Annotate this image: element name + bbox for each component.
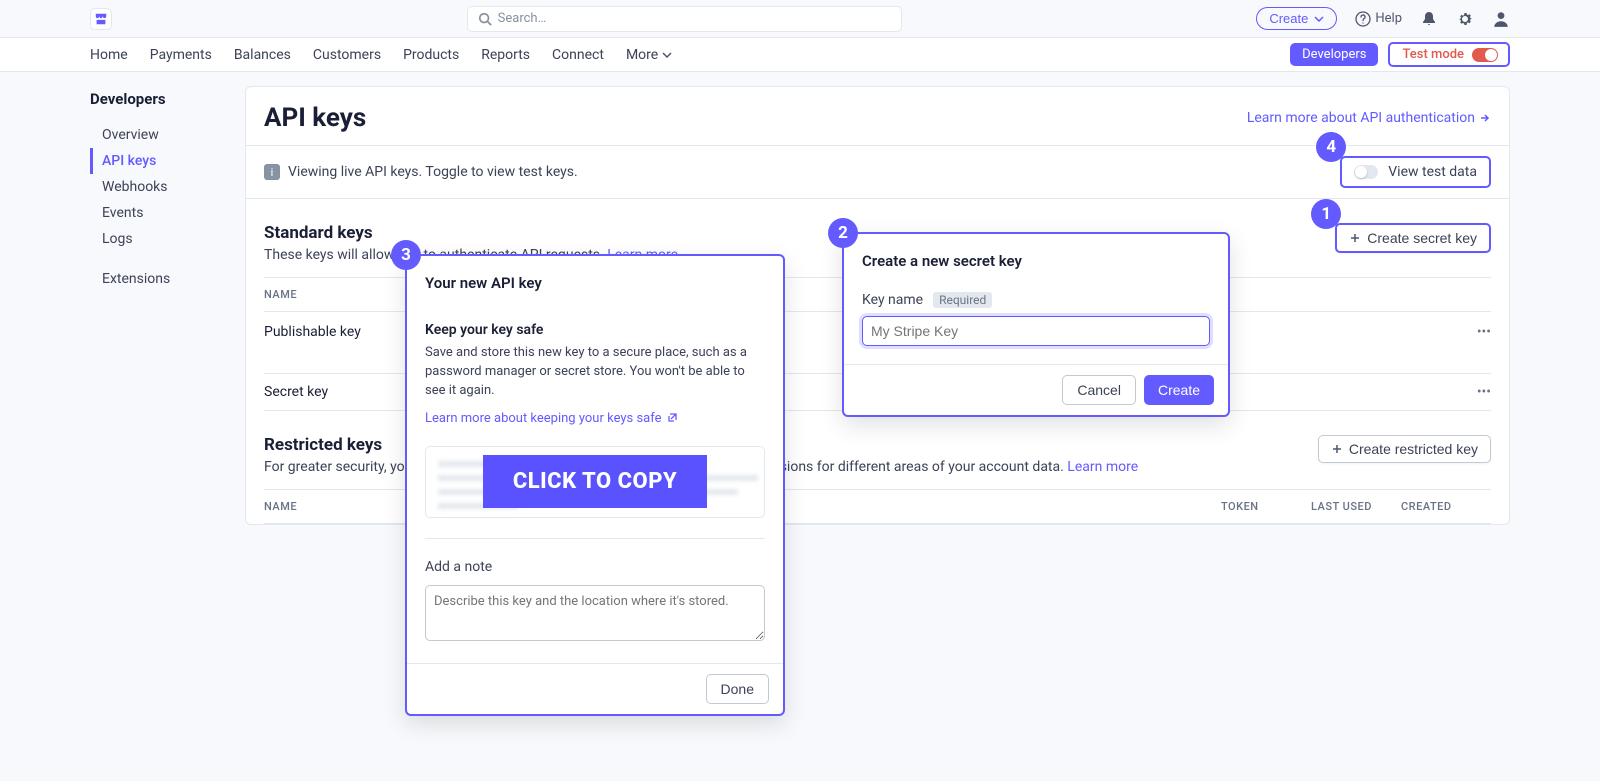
bell-icon	[1421, 11, 1437, 27]
help-link[interactable]: Help	[1355, 11, 1402, 27]
page-title: API keys	[264, 103, 366, 133]
sidebar-item-events[interactable]: Events	[90, 200, 245, 226]
sidebar-item-apikeys[interactable]: API keys	[90, 148, 245, 174]
key-name-label: Key name	[862, 292, 923, 308]
arrow-right-icon	[1479, 112, 1491, 124]
nav-products[interactable]: Products	[403, 47, 459, 63]
sidebar: Developers Overview API keys Webhooks Ev…	[90, 86, 245, 525]
note-label: Add a note	[425, 559, 765, 575]
toggle-off-icon	[1354, 165, 1378, 179]
search-input[interactable]: Search…	[467, 6, 902, 32]
sidebar-title: Developers	[90, 90, 245, 108]
nav-payments[interactable]: Payments	[150, 47, 212, 63]
create-button[interactable]: Create	[1144, 375, 1214, 405]
create-secret-key-button[interactable]: Create secret key	[1335, 223, 1491, 253]
cancel-button[interactable]: Cancel	[1062, 375, 1136, 405]
settings-button[interactable]	[1456, 10, 1474, 28]
plus-icon	[1349, 232, 1361, 244]
notifications-button[interactable]	[1420, 10, 1438, 28]
keep-safe-title: Keep your key safe	[425, 322, 765, 338]
search-icon	[478, 12, 492, 26]
info-icon: i	[264, 164, 280, 180]
app-logo[interactable]	[90, 8, 112, 30]
required-badge: Required	[933, 292, 992, 308]
col-created: CREATED	[1401, 500, 1491, 513]
nav-connect[interactable]: Connect	[552, 47, 604, 63]
external-link-icon	[666, 412, 678, 424]
nav-customers[interactable]: Customers	[313, 47, 381, 63]
standard-keys-title: Standard keys	[264, 223, 678, 243]
note-textarea[interactable]	[425, 585, 765, 641]
nav-home[interactable]: Home	[90, 47, 128, 63]
nav-more[interactable]: More	[626, 47, 672, 63]
col-token: TOKEN	[1221, 500, 1311, 513]
click-to-copy-button[interactable]: CLICK TO COPY	[483, 455, 707, 508]
test-mode-toggle[interactable]: Test mode	[1388, 42, 1510, 67]
create-restricted-key-button[interactable]: Create restricted key	[1318, 435, 1491, 463]
api-key-display: CLICK TO COPY	[425, 446, 765, 518]
key-name-input[interactable]	[862, 316, 1210, 346]
keep-safe-link[interactable]: Learn more about keeping your keys safe	[425, 411, 765, 426]
new-api-key-dialog: 3 Your new API key Keep your key safe Sa…	[405, 254, 785, 716]
sidebar-item-extensions[interactable]: Extensions	[90, 266, 245, 292]
restricted-learn-more-link[interactable]: Learn more	[1067, 459, 1138, 475]
nav-reports[interactable]: Reports	[481, 47, 530, 63]
chevron-down-icon	[662, 52, 672, 58]
done-button[interactable]: Done	[706, 674, 769, 704]
view-test-data-toggle[interactable]: View test data	[1340, 156, 1491, 188]
sidebar-item-logs[interactable]: Logs	[90, 226, 245, 252]
dialog-title: Create a new secret key	[862, 252, 1210, 270]
nav-balances[interactable]: Balances	[234, 47, 291, 63]
step-badge-3: 3	[391, 240, 421, 270]
create-secret-key-dialog: 2 Create a new secret key Key name Requi…	[842, 232, 1230, 417]
store-icon	[94, 12, 108, 26]
gear-icon	[1457, 11, 1473, 27]
row-actions-button[interactable]: •••	[1461, 324, 1491, 340]
keep-safe-desc: Save and store this new key to a secure …	[425, 344, 765, 401]
create-button[interactable]: Create	[1256, 7, 1337, 30]
dialog-title: Your new API key	[425, 274, 765, 292]
chevron-down-icon	[1314, 16, 1324, 22]
col-lastused: LAST USED	[1311, 500, 1401, 513]
sidebar-item-webhooks[interactable]: Webhooks	[90, 174, 245, 200]
row-actions-button[interactable]: •••	[1461, 384, 1491, 400]
plus-icon	[1331, 443, 1343, 455]
toggle-on-icon	[1472, 48, 1498, 62]
sidebar-item-overview[interactable]: Overview	[90, 122, 245, 148]
profile-button[interactable]	[1492, 10, 1510, 28]
help-icon	[1355, 11, 1371, 27]
learn-auth-link[interactable]: Learn more about API authentication	[1247, 110, 1491, 126]
main-nav: Home Payments Balances Customers Product…	[0, 38, 1600, 72]
topbar: Search… Create Help	[0, 0, 1600, 38]
info-text: Viewing live API keys. Toggle to view te…	[288, 164, 578, 180]
developers-tab[interactable]: Developers	[1290, 43, 1378, 66]
person-icon	[1492, 10, 1510, 28]
step-badge-2: 2	[828, 218, 858, 248]
search-placeholder: Search…	[498, 11, 547, 26]
